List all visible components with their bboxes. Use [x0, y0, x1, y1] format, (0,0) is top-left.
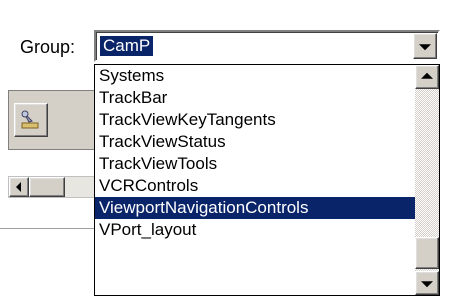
chevron-down-icon: [419, 44, 431, 51]
chevron-up-icon: [421, 72, 433, 79]
scroll-up-button[interactable]: [415, 65, 439, 89]
dropdown-option[interactable]: TrackViewKeyTangents: [95, 109, 415, 131]
group-dropdown-list[interactable]: Systems TrackBar TrackViewKeyTangents Track…: [94, 64, 440, 296]
group-panel: Group: CamP Systems TrackBar TrackViewKeyT…: [0, 0, 449, 305]
toolbar-tool-icon: [21, 110, 39, 129]
dropdown-option[interactable]: TrackViewTools: [95, 153, 415, 175]
dropdown-option[interactable]: VPort_layout: [95, 219, 415, 241]
chevron-down-icon: [421, 281, 433, 288]
vertical-scroll-thumb[interactable]: [415, 237, 439, 269]
dropdown-options: Systems TrackBar TrackViewKeyTangents Track…: [95, 65, 415, 295]
dropdown-option[interactable]: TrackViewStatus: [95, 131, 415, 153]
dropdown-option[interactable]: TrackBar: [95, 87, 415, 109]
dropdown-option[interactable]: ViewportNavigationControls: [95, 197, 415, 219]
dropdown-option[interactable]: Systems: [95, 65, 415, 87]
group-selected-value[interactable]: CamP: [100, 36, 154, 56]
dropdown-toggle-button[interactable]: [413, 33, 437, 59]
dropdown-option[interactable]: VCRControls: [95, 175, 415, 197]
toolbar-tool-button[interactable]: [14, 103, 48, 137]
scroll-left-button[interactable]: [9, 177, 29, 197]
dropdown-vertical-scrollbar[interactable]: [415, 65, 439, 295]
background-horizontal-scrollbar[interactable]: [8, 176, 104, 198]
chevron-left-icon: [16, 182, 21, 192]
group-label: Group:: [20, 37, 76, 57]
horizontal-scroll-thumb[interactable]: [29, 177, 65, 197]
divider: [0, 228, 100, 229]
group-combobox[interactable]: CamP: [94, 30, 440, 62]
scroll-down-button[interactable]: [415, 271, 439, 295]
